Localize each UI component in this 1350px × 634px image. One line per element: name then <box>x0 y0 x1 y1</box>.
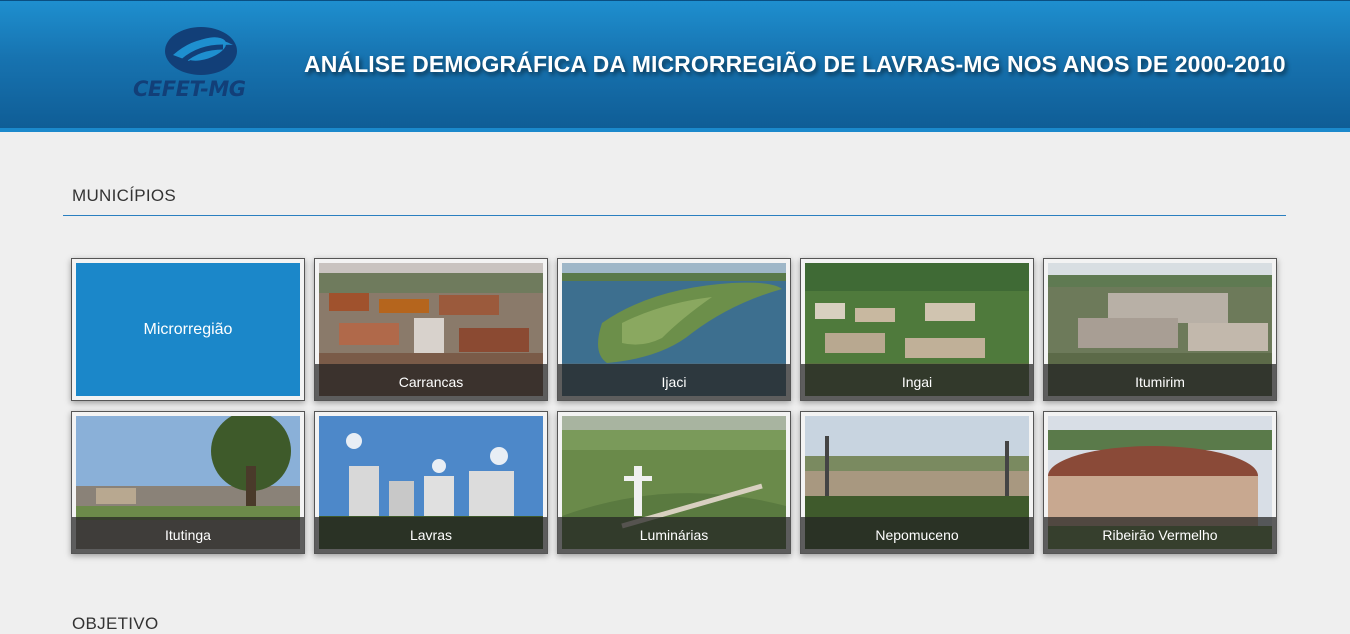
page-header: CEFET-MG ANÁLISE DEMOGRÁFICA DA MICRORRE… <box>0 0 1350 128</box>
card-label: Ijaci <box>558 364 790 400</box>
card-ijaci[interactable]: Ijaci <box>557 258 791 401</box>
card-ribeirao-vermelho[interactable]: Ribeirão Vermelho <box>1043 411 1277 554</box>
card-carrancas[interactable]: Carrancas <box>314 258 548 401</box>
card-nepomuceno[interactable]: Nepomuceno <box>800 411 1034 554</box>
card-microrregiao[interactable]: Microrregião <box>71 258 305 401</box>
section-divider <box>63 215 1286 216</box>
logo-text: CEFET-MG <box>133 77 246 101</box>
card-label: Nepomuceno <box>801 517 1033 553</box>
card-tile: Microrregião <box>76 263 300 396</box>
card-label: Itutinga <box>72 517 304 553</box>
card-label: Microrregião <box>143 320 233 338</box>
card-itutinga[interactable]: Itutinga <box>71 411 305 554</box>
card-label: Itumirim <box>1044 364 1276 400</box>
card-itumirim[interactable]: Itumirim <box>1043 258 1277 401</box>
card-label: Luminárias <box>558 517 790 553</box>
section-title-municipios: MUNICÍPIOS <box>72 186 177 205</box>
card-label: Ribeirão Vermelho <box>1044 517 1276 553</box>
page-title: ANÁLISE DEMOGRÁFICA DA MICRORREGIÃO DE L… <box>304 51 1286 77</box>
header-divider <box>0 128 1350 132</box>
card-label: Ingai <box>801 364 1033 400</box>
card-label: Lavras <box>315 517 547 553</box>
card-ingai[interactable]: Ingai <box>800 258 1034 401</box>
section-title-objetivo: OBJETIVO <box>72 614 159 633</box>
card-label: Carrancas <box>315 364 547 400</box>
logo-swoosh-icon <box>165 27 237 75</box>
card-luminarias[interactable]: Luminárias <box>557 411 791 554</box>
card-lavras[interactable]: Lavras <box>314 411 548 554</box>
cefet-mg-logo[interactable]: CEFET-MG <box>133 21 263 105</box>
